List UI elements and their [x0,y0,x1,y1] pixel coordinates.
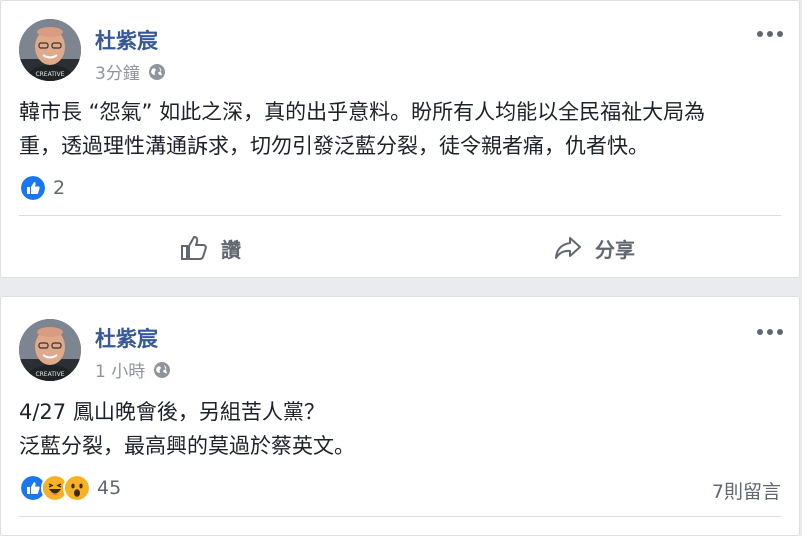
like-reaction-icon [19,174,47,202]
reaction-count: 2 [53,177,66,199]
share-button[interactable]: 分享 [553,233,635,263]
divider [19,516,781,517]
post-text-line: 韓市長 “怨氣” 如此之深，真的出乎意料。盼所有人均能以全民福祉大局為 [19,100,706,124]
svg-text:CREATIVE: CREATIVE [35,71,64,78]
divider [19,215,781,216]
author-name[interactable]: 杜紫宸 [95,323,158,353]
post-text-line: 重，透過理性溝通訴求，切勿引發泛藍分裂，徒令親者痛，仇者快。 [19,134,649,158]
post-card-1: CREATIVE 杜紫宸 3分鐘 韓市長 “怨氣” 如此之深，真的出乎意料。盼所… [0,0,800,278]
like-label: 讚 [221,237,241,262]
avatar[interactable]: CREATIVE [19,319,81,381]
share-label: 分享 [595,237,635,262]
globe-icon[interactable] [148,63,166,81]
svg-text:CREATIVE: CREATIVE [35,371,64,378]
post-text: 4/27 鳳山晚會後，另組苦人黨？ 泛藍分裂，最高興的莫過於蔡英文。 [19,395,779,463]
reactions-summary[interactable]: 2 [19,174,66,202]
comments-count-link[interactable]: 7則留言 [712,477,781,504]
avatar[interactable]: CREATIVE [19,19,81,81]
more-options-icon[interactable] [757,327,785,337]
thumbs-up-icon [181,236,207,260]
share-arrow-icon [555,237,581,259]
post-text-line: 泛藍分裂，最高興的莫過於蔡英文。 [19,434,355,458]
reactions-summary[interactable]: 45 [19,474,122,502]
wow-reaction-icon [63,474,91,502]
timestamp[interactable]: 3分鐘 [95,59,140,84]
post-meta: 1 小時 [95,357,171,382]
post-meta: 3分鐘 [95,59,166,84]
post-text: 韓市長 “怨氣” 如此之深，真的出乎意料。盼所有人均能以全民福祉大局為 重，透過… [19,95,779,163]
like-button[interactable]: 讚 [179,233,241,263]
reaction-count: 45 [97,477,122,499]
more-options-icon[interactable] [757,29,785,39]
post-card-2: CREATIVE 杜紫宸 1 小時 4/27 鳳山晚會後，另組苦人黨？ 泛藍分裂… [0,296,800,536]
author-name[interactable]: 杜紫宸 [95,25,158,55]
post-text-line: 4/27 鳳山晚會後，另組苦人黨？ [19,400,325,424]
timestamp[interactable]: 1 小時 [95,357,145,382]
globe-icon[interactable] [153,361,171,379]
